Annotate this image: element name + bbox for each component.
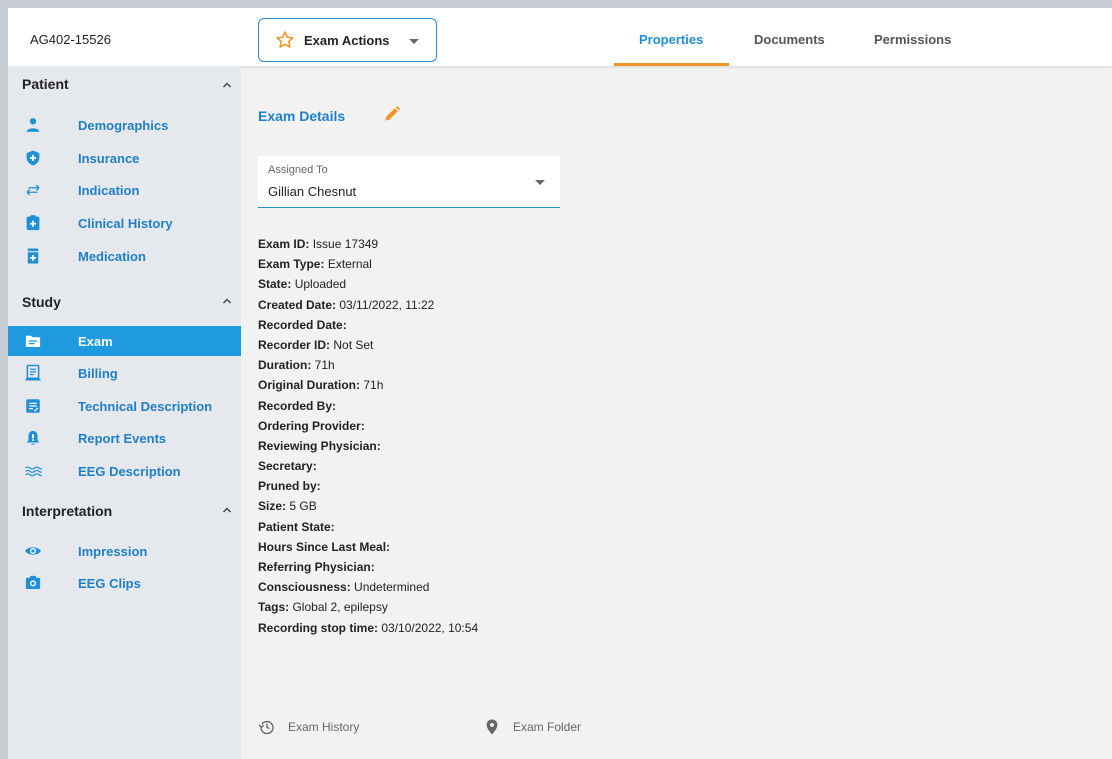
exam-details-title: Exam Details xyxy=(258,108,346,124)
tab-documents[interactable]: Documents xyxy=(754,32,825,47)
exam-history-link[interactable]: Exam History xyxy=(258,717,388,737)
sidebar-item-eeg-clips[interactable]: EEG Clips xyxy=(8,568,241,598)
sidebar-item-label: Insurance xyxy=(78,151,140,166)
app-window: AG402-15526 Exam Actions Properties Docu… xyxy=(8,8,1112,759)
sidebar-item-label: EEG Description xyxy=(78,464,181,479)
field-original-duration: Original Duration: 71h xyxy=(258,378,384,393)
sidebar-item-technical-description[interactable]: Technical Description xyxy=(8,391,241,421)
section-header-patient[interactable]: Patient xyxy=(22,76,69,92)
shield-plus-icon xyxy=(26,150,40,166)
sidebar-item-billing[interactable]: Billing xyxy=(8,358,241,388)
sidebar-item-eeg-description[interactable]: EEG Description xyxy=(8,456,241,486)
pencil-icon[interactable] xyxy=(382,104,402,124)
sidebar-item-impression[interactable]: Impression xyxy=(8,536,241,566)
chevron-up-icon[interactable] xyxy=(222,296,232,306)
sidebar-item-medication[interactable]: Medication xyxy=(8,241,241,271)
receipt-icon xyxy=(25,364,41,381)
section-header-interpretation[interactable]: Interpretation xyxy=(22,503,112,519)
exam-folder-link[interactable]: Exam Folder xyxy=(483,717,613,737)
exam-history-label: Exam History xyxy=(288,720,360,734)
top-bar: AG402-15526 Exam Actions Properties Docu… xyxy=(8,8,1112,66)
field-reviewing-physician: Reviewing Physician: xyxy=(258,438,381,453)
eye-icon xyxy=(25,547,41,555)
medical-clipboard-icon xyxy=(26,215,40,231)
sidebar-item-exam[interactable]: Exam xyxy=(8,326,241,356)
assigned-to-value: Gillian Chesnut xyxy=(268,184,357,199)
history-icon xyxy=(258,720,274,735)
tab-properties[interactable]: Properties xyxy=(639,32,703,47)
sidebar-item-demographics[interactable]: Demographics xyxy=(8,110,241,140)
assigned-to-label: Assigned To xyxy=(268,164,328,176)
sidebar-item-label: Report Events xyxy=(78,431,167,446)
field-pruned-by: Pruned by: xyxy=(258,479,321,494)
person-icon xyxy=(26,118,40,132)
field-created-date: Created Date: 03/11/2022, 11:22 xyxy=(258,297,435,312)
sidebar-item-report-events[interactable]: Report Events xyxy=(8,423,241,453)
exam-folder-label: Exam Folder xyxy=(513,720,582,734)
field-size: Size: 5 GB xyxy=(258,499,317,514)
main-content: Exam Details Assigned To Gillian Chesnut… xyxy=(241,66,1112,759)
tab-permissions[interactable]: Permissions xyxy=(874,32,951,47)
dropdown-arrow-icon xyxy=(535,180,545,185)
field-patient-state: Patient State: xyxy=(258,519,335,534)
field-state: State: Uploaded xyxy=(258,277,347,292)
sidebar-item-clinical-history[interactable]: Clinical History xyxy=(8,208,241,238)
sidebar-item-label: Technical Description xyxy=(78,399,213,414)
field-ordering-provider: Ordering Provider: xyxy=(258,418,365,433)
sidebar-item-label: Indication xyxy=(78,183,140,198)
chevron-up-icon[interactable] xyxy=(222,80,232,90)
field-hours-since-last-meal: Hours Since Last Meal: xyxy=(258,539,391,554)
field-consciousness: Consciousness: Undetermined xyxy=(258,580,430,595)
sidebar-item-label: EEG Clips xyxy=(78,576,141,591)
sidebar-item-label: Impression xyxy=(78,544,148,559)
document-edit-icon xyxy=(26,399,40,413)
sidebar-item-label: Medication xyxy=(78,249,146,264)
field-tags: Tags: Global 2, epilepsy xyxy=(258,600,388,615)
field-exam-id: Exam ID: Issue 17349 xyxy=(258,237,379,251)
folder-icon xyxy=(25,335,41,347)
bell-icon xyxy=(26,430,40,445)
exam-actions-button[interactable]: Exam Actions xyxy=(258,18,437,62)
location-pin-icon xyxy=(486,719,498,735)
sidebar-item-label: Billing xyxy=(78,366,118,381)
exam-fields-list: Exam ID: Issue 17349 Exam Type: External… xyxy=(258,234,678,638)
field-referring-physician: Referring Physician: xyxy=(258,560,375,574)
chevron-up-icon[interactable] xyxy=(222,505,232,515)
sidebar-item-label: Demographics xyxy=(78,118,169,133)
swap-arrows-icon xyxy=(26,184,40,196)
field-recorded-by: Recorded By: xyxy=(258,398,337,413)
sidebar: Patient Demographics Insurance Indicatio… xyxy=(8,66,241,759)
assigned-to-select[interactable]: Assigned To Gillian Chesnut xyxy=(258,156,560,208)
field-duration: Duration: 71h xyxy=(258,358,335,373)
sidebar-item-insurance[interactable]: Insurance xyxy=(8,143,241,173)
medication-icon xyxy=(27,248,39,264)
chevron-down-icon xyxy=(409,39,419,44)
field-recorder-id: Recorder ID: Not Set xyxy=(258,337,374,352)
field-secretary: Secretary: xyxy=(258,459,317,474)
field-recorded-date: Recorded Date: xyxy=(258,317,347,332)
field-exam-type: Exam Type: External xyxy=(258,257,372,272)
sidebar-item-label: Exam xyxy=(78,334,113,349)
section-header-study[interactable]: Study xyxy=(22,294,61,310)
field-recording-stop-time: Recording stop time: 03/10/2022, 10:54 xyxy=(258,620,479,635)
sidebar-item-label: Clinical History xyxy=(78,216,173,231)
exam-code: AG402-15526 xyxy=(30,32,111,47)
star-icon xyxy=(276,31,294,48)
exam-actions-label: Exam Actions xyxy=(304,33,390,48)
camera-icon xyxy=(25,575,41,589)
sidebar-item-indication[interactable]: Indication xyxy=(8,175,241,205)
waves-icon xyxy=(25,466,42,477)
